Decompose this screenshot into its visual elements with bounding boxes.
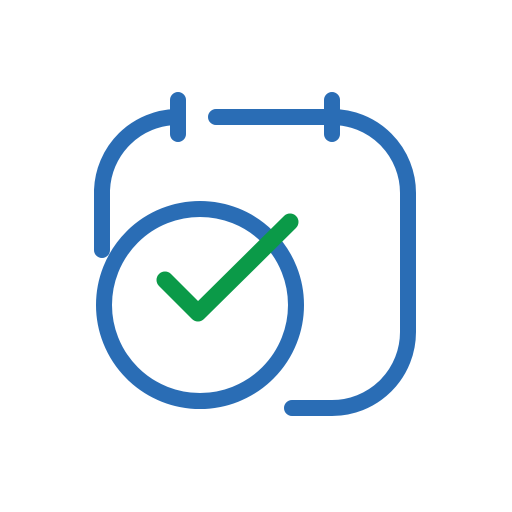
calendar-check-icon bbox=[94, 92, 416, 416]
app-icon-canvas bbox=[0, 0, 512, 512]
check-mark bbox=[156, 213, 299, 322]
